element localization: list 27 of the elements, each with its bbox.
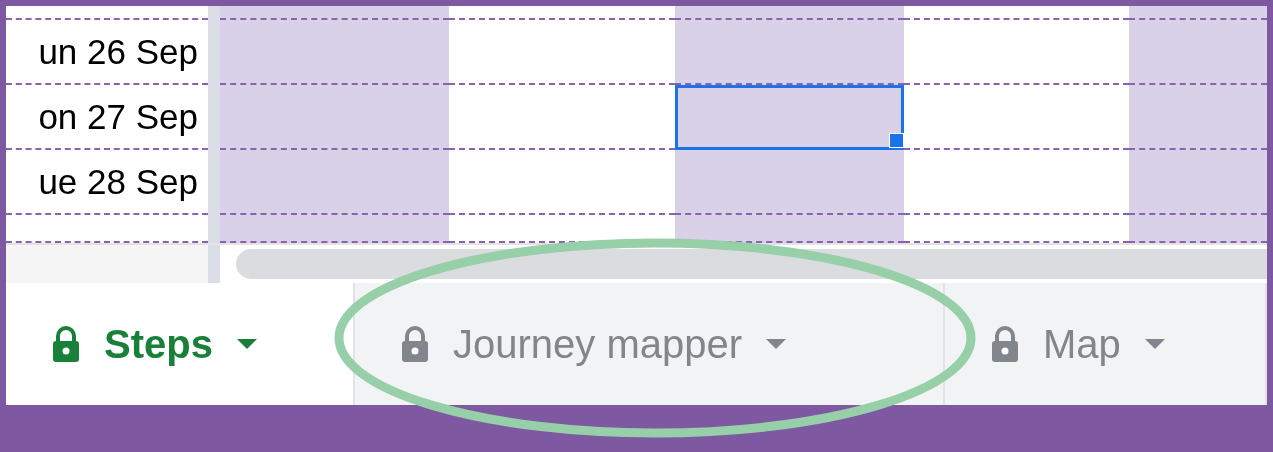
date-label: un 26 Sep [38, 31, 198, 72]
grid-cell[interactable] [1129, 150, 1267, 215]
lock-icon [991, 325, 1019, 363]
grid-cell[interactable] [220, 6, 449, 20]
lock-icon [401, 325, 429, 363]
grid-cell[interactable] [1129, 215, 1267, 243]
selected-cell[interactable] [675, 85, 904, 150]
lock-icon [52, 325, 80, 363]
grid-cell[interactable] [675, 20, 904, 85]
scrollbar-thumb[interactable] [236, 249, 1267, 279]
grid-cell[interactable] [675, 6, 904, 20]
grid-cell[interactable] [675, 215, 904, 243]
grid-cell[interactable] [1129, 6, 1267, 20]
sheet-tab[interactable]: Steps [6, 283, 355, 405]
caret-icon[interactable] [766, 339, 787, 349]
date-label: on 27 Sep [38, 96, 198, 137]
grid-cell[interactable] [220, 215, 449, 243]
grid-cell[interactable] [220, 85, 449, 150]
grid-cell[interactable] [1129, 20, 1267, 85]
date-label: ue 28 Sep [38, 161, 198, 202]
grid-cell[interactable] [220, 150, 449, 215]
caret-icon[interactable] [1144, 339, 1165, 349]
grid-cell[interactable] [220, 20, 449, 85]
grid-cell[interactable] [675, 150, 904, 215]
grid-cell[interactable] [1129, 85, 1267, 150]
fill-handle[interactable] [889, 133, 904, 148]
caret-icon[interactable] [236, 339, 257, 349]
